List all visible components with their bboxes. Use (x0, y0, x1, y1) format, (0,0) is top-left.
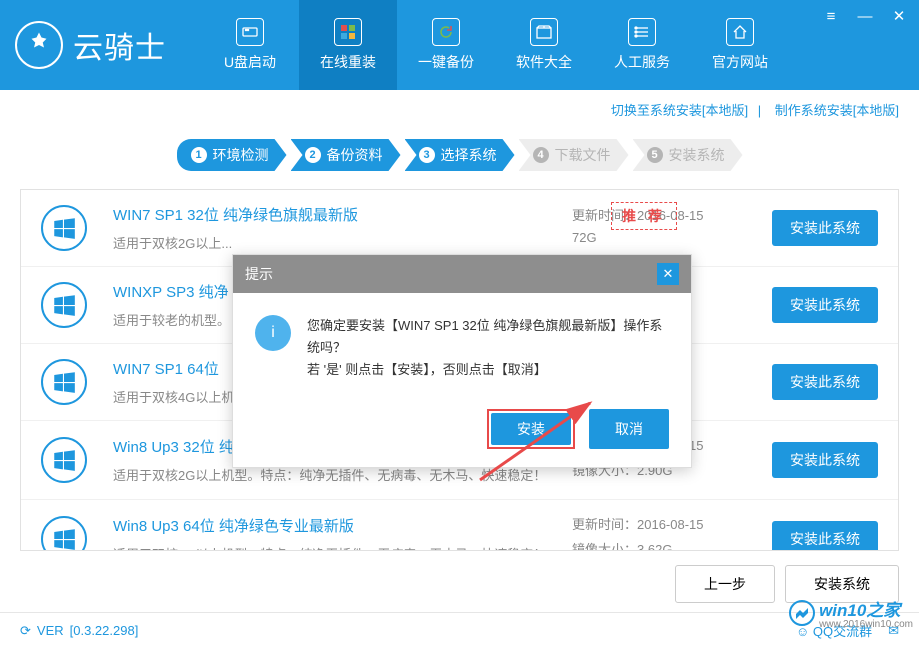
highlight-box: 安装 (487, 409, 575, 449)
modal-title: 提示 (245, 264, 273, 284)
modal-close-button[interactable]: ✕ (657, 263, 679, 285)
watermark-icon (789, 600, 815, 626)
modal-header: 提示 ✕ (233, 255, 691, 293)
modal-text: 您确定要安装【WIN7 SP1 32位 纯净绿色旗舰最新版】操作系统吗？ 若 '… (307, 315, 669, 381)
modal-body: i 您确定要安装【WIN7 SP1 32位 纯净绿色旗舰最新版】操作系统吗？ 若… (233, 293, 691, 399)
confirm-modal: 提示 ✕ i 您确定要安装【WIN7 SP1 32位 纯净绿色旗舰最新版】操作系… (232, 254, 692, 468)
cancel-button[interactable]: 取消 (589, 409, 669, 449)
modal-footer: 安装 取消 (233, 399, 691, 467)
watermark: win10之家 www.2016win10.com (789, 596, 913, 630)
modal-overlay: 提示 ✕ i 您确定要安装【WIN7 SP1 32位 纯净绿色旗舰最新版】操作系… (0, 0, 919, 648)
info-icon: i (255, 315, 291, 351)
confirm-install-button[interactable]: 安装 (491, 413, 571, 445)
